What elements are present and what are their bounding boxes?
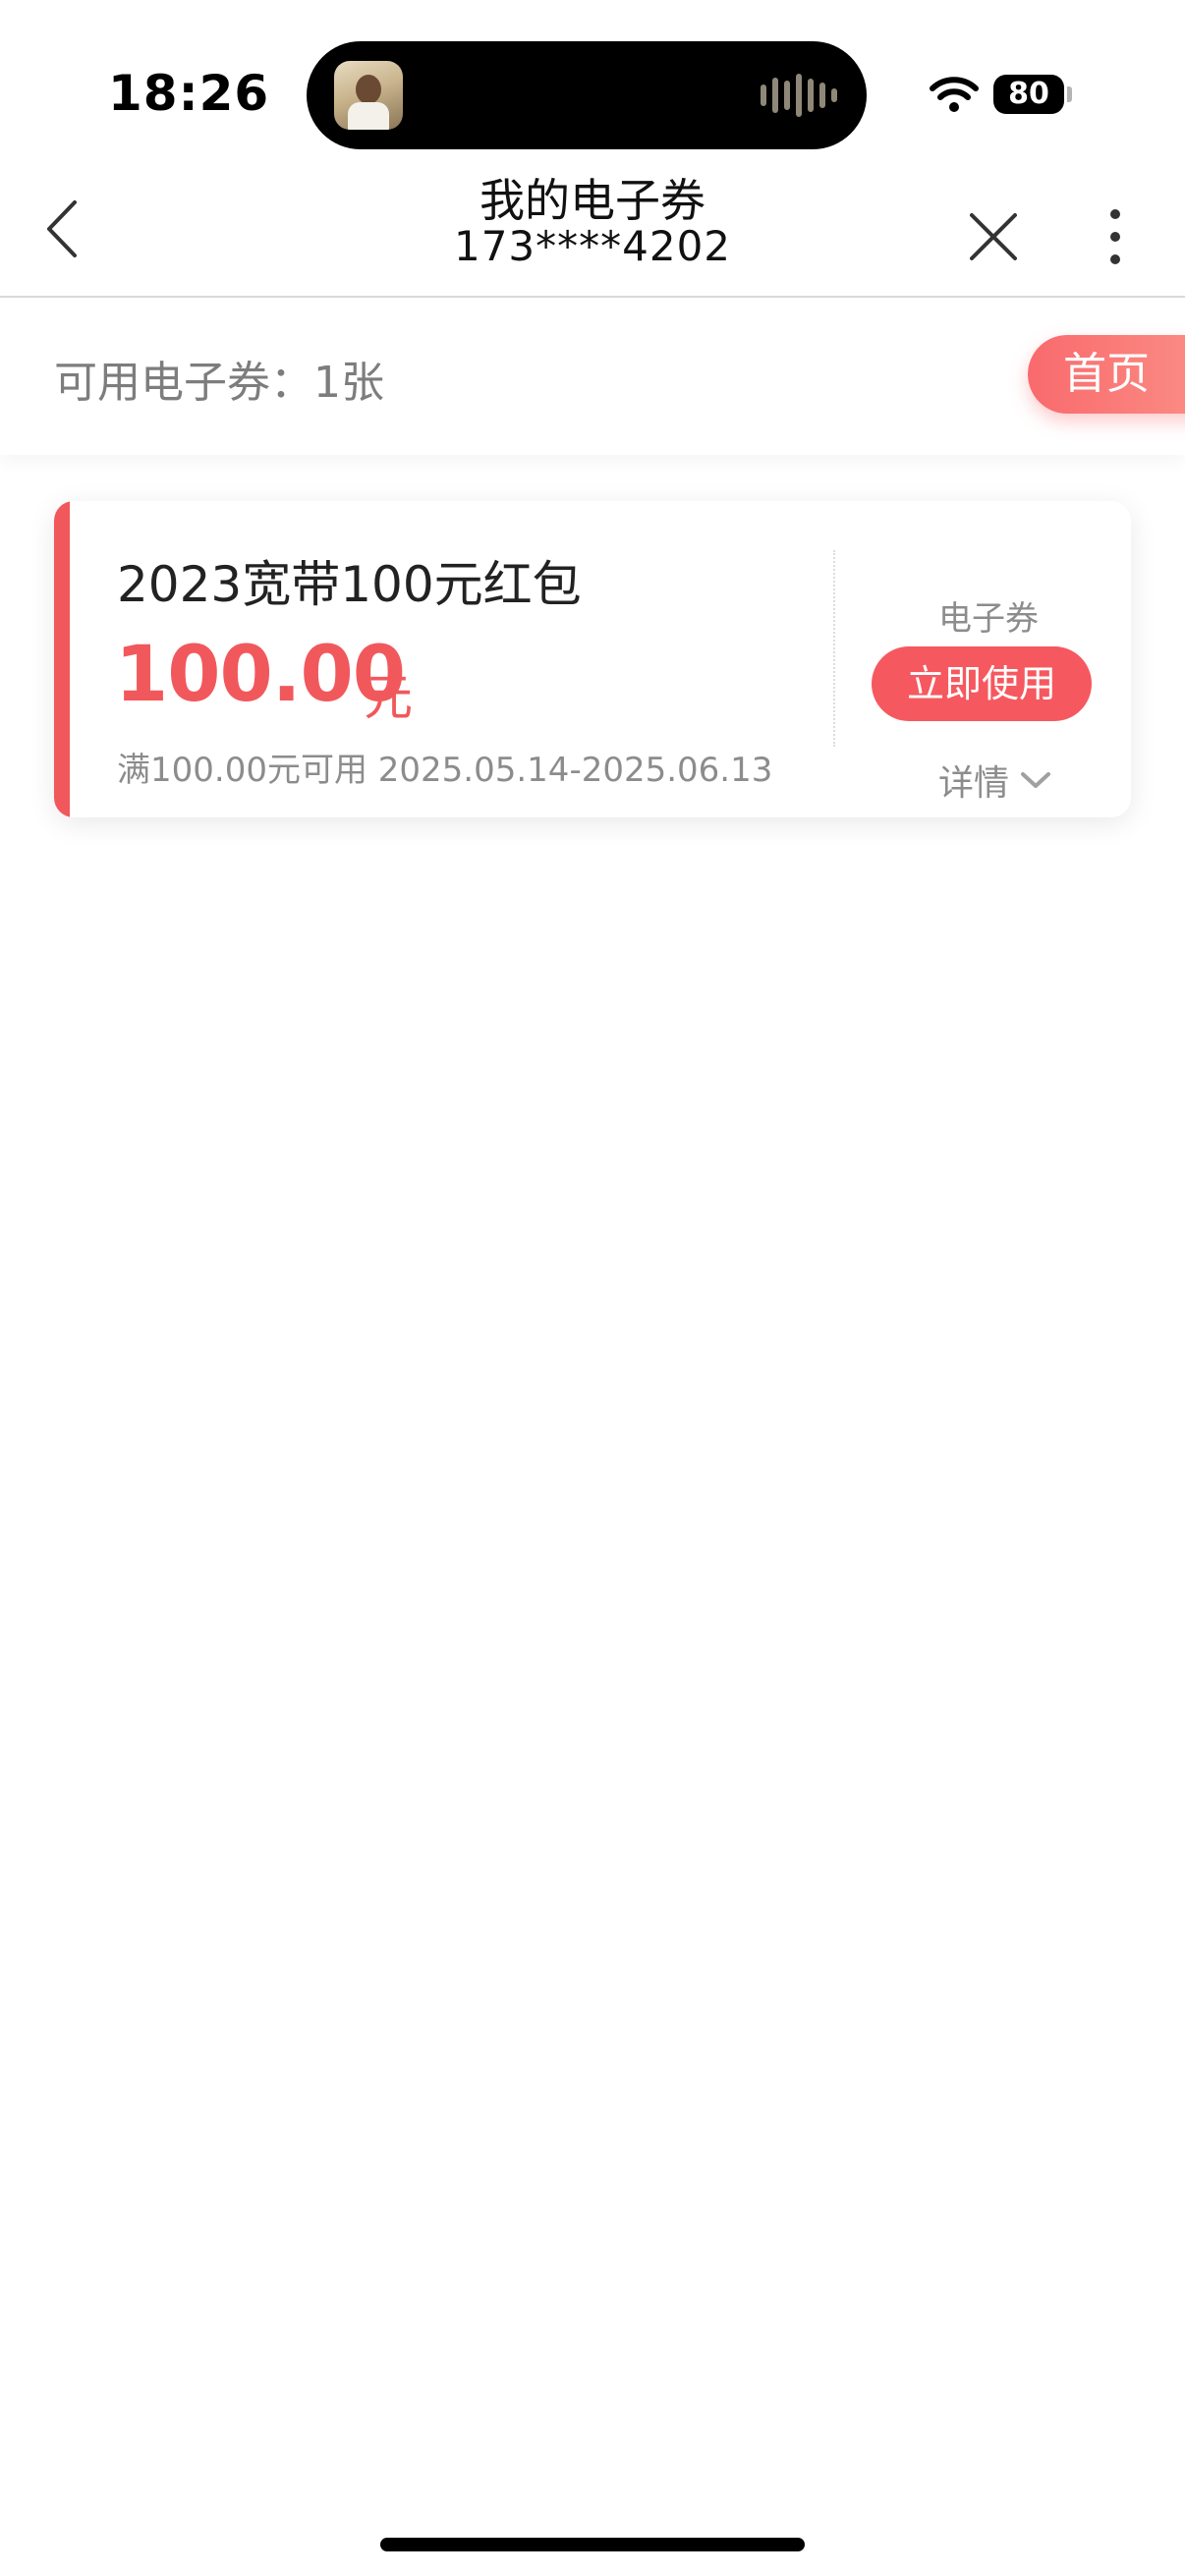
close-icon[interactable] (968, 211, 1019, 262)
coupon-title: 2023宽带100元红包 (117, 556, 582, 613)
use-now-button[interactable]: 立即使用 (872, 646, 1092, 721)
coupon-detail-toggle[interactable]: 详情 (938, 755, 1009, 806)
coupon-divider (833, 550, 835, 747)
coupon-card[interactable]: 2023宽带100元红包 100.00 元 满100.00元可用 2025.05… (54, 501, 1131, 817)
available-coupon-count: 可用电子券：1张 (54, 358, 384, 408)
summary-bar: 可用电子券：1张 首页 (0, 298, 1185, 455)
dynamic-island[interactable] (307, 41, 867, 149)
status-time: 18:26 (108, 65, 270, 122)
now-playing-artwork (334, 61, 403, 130)
coupon-type-label: 电子券 (938, 599, 1039, 639)
home-indicator[interactable] (380, 2538, 805, 2551)
battery-icon: 80 (993, 75, 1064, 114)
chevron-down-icon[interactable] (1019, 770, 1052, 790)
coupon-currency-unit: 元 (364, 669, 413, 726)
battery-tip (1067, 86, 1072, 102)
page: 18:26 80 我的电子券 173****4202 可用电子券：1张 首页 2… (0, 0, 1185, 2576)
audio-waveform-icon (761, 71, 837, 120)
more-vertical-icon[interactable] (1105, 206, 1125, 267)
home-button[interactable]: 首页 (1028, 335, 1185, 414)
coupon-condition: 满100.00元可用 2025.05.14-2025.06.13 (117, 751, 773, 790)
coupon-accent-stripe (54, 501, 70, 817)
wifi-icon (930, 77, 979, 112)
coupon-amount: 100.00 (115, 631, 406, 719)
